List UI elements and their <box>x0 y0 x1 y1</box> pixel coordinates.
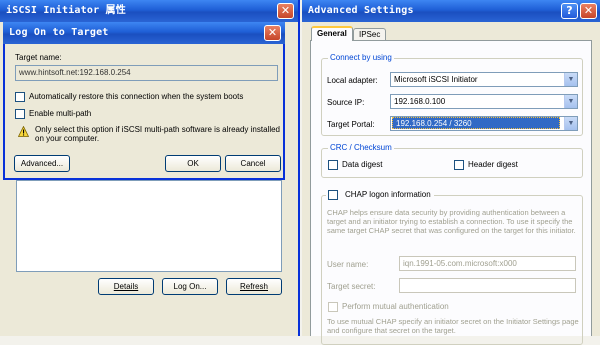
mutual-auth-label: Perform mutual authentication <box>342 302 449 311</box>
advanced-close-icon[interactable]: ✕ <box>580 3 597 19</box>
chap-description: CHAP helps ensure data security by provi… <box>327 208 576 235</box>
cancel-button[interactable]: Cancel <box>225 155 281 172</box>
info-warning-icon <box>18 126 29 137</box>
target-name-label: Target name: <box>15 53 62 62</box>
header-digest-checkbox[interactable] <box>454 160 464 170</box>
chevron-down-icon[interactable]: ▼ <box>564 117 577 130</box>
tab-general[interactable]: General <box>311 26 353 41</box>
target-portal-label: Target Portal: <box>327 120 375 129</box>
logon-close-icon[interactable]: ✕ <box>264 25 281 41</box>
chap-header: CHAP logon information <box>326 189 434 201</box>
chap-logon-checkbox[interactable] <box>328 190 338 200</box>
user-name-field[interactable]: iqn.1991-05.com.microsoft:x000 <box>399 256 576 271</box>
chevron-down-icon[interactable]: ▼ <box>564 73 577 86</box>
user-name-label: User name: <box>327 260 369 269</box>
advanced-button[interactable]: Advanced... <box>14 155 70 172</box>
multipath-checkbox[interactable] <box>15 109 25 119</box>
data-digest-checkbox[interactable] <box>328 160 338 170</box>
log-on-to-target-dialog: Log On to Target ✕ Target name: www.hint… <box>3 22 285 180</box>
iscsi-initiator-title: iSCSI Initiator 属性 <box>0 0 298 22</box>
auto-restore-checkbox[interactable] <box>15 92 25 102</box>
connect-by-using-group: Connect by using Local adapter: Microsof… <box>321 53 583 136</box>
source-ip-label: Source IP: <box>327 98 365 107</box>
source-ip-select[interactable]: 192.168.0.100 ▼ <box>390 94 578 109</box>
chap-logon-label: CHAP logon information <box>345 190 431 199</box>
chevron-down-icon[interactable]: ▼ <box>564 95 577 108</box>
data-digest-label: Data digest <box>342 160 383 169</box>
general-tab-panel: Connect by using Local adapter: Microsof… <box>310 40 592 345</box>
multipath-label: Enable multi-path <box>29 109 92 118</box>
advanced-settings-title: Advanced Settings <box>302 0 600 22</box>
multipath-info-text: Only select this option if iSCSI multi-p… <box>35 125 280 143</box>
mutual-auth-checkbox[interactable] <box>328 302 338 312</box>
mutual-auth-description: To use mutual CHAP specify an initiator … <box>327 317 579 335</box>
connect-by-using-title: Connect by using <box>328 53 394 62</box>
chap-group: CHAP logon information CHAP helps ensure… <box>321 189 583 345</box>
ok-button[interactable]: OK <box>165 155 221 172</box>
crc-checksum-group: CRC / Checksum Data digest Header digest <box>321 143 583 178</box>
crc-checksum-title: CRC / Checksum <box>328 143 394 152</box>
advanced-settings-window: Advanced Settings ? ✕ General IPSec Conn… <box>302 0 600 345</box>
refresh-button[interactable]: Refresh <box>226 278 282 295</box>
target-secret-label: Target secret: <box>327 282 376 291</box>
details-button[interactable]: Details <box>98 278 154 295</box>
target-name-field: www.hintsoft.net:192.168.0.254 <box>15 65 278 81</box>
local-adapter-label: Local adapter: <box>327 76 378 85</box>
log-on-dialog-title: Log On to Target <box>3 22 285 44</box>
help-icon[interactable]: ? <box>561 3 578 19</box>
log-on-button[interactable]: Log On... <box>162 278 218 295</box>
header-digest-label: Header digest <box>468 160 518 169</box>
targets-list[interactable] <box>16 180 282 272</box>
back-close-icon[interactable]: ✕ <box>277 3 294 19</box>
target-portal-select[interactable]: 192.168.0.254 / 3260 ▼ <box>390 116 578 131</box>
target-secret-field[interactable] <box>399 278 576 293</box>
local-adapter-select[interactable]: Microsoft iSCSI Initiator ▼ <box>390 72 578 87</box>
auto-restore-label: Automatically restore this connection wh… <box>29 92 244 101</box>
